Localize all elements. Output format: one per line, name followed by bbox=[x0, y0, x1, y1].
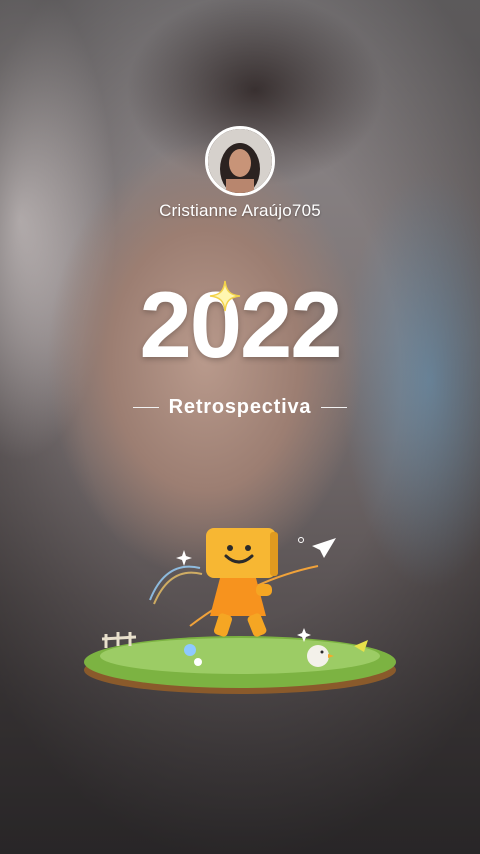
dot-icon bbox=[298, 537, 304, 543]
box-character-icon bbox=[206, 528, 278, 637]
subtitle: Retrospectiva bbox=[168, 396, 312, 418]
divider-left bbox=[132, 407, 159, 408]
bird-icon bbox=[307, 645, 329, 667]
username[interactable]: Cristianne Araújo705 bbox=[0, 201, 480, 221]
flower-icon bbox=[184, 644, 196, 656]
profile-photo-icon bbox=[208, 129, 272, 193]
avatar[interactable] bbox=[205, 126, 275, 196]
star-icon bbox=[176, 550, 192, 566]
subtitle-row: Retrospectiva bbox=[0, 396, 480, 419]
paper-plane-icon bbox=[312, 538, 336, 558]
sparkle-icon bbox=[209, 280, 241, 312]
island-grass-highlight bbox=[100, 638, 380, 674]
divider-right bbox=[321, 407, 348, 408]
story-screen[interactable]: Cristianne Araújo705 2022 Retrospectiva bbox=[0, 0, 480, 854]
fence-icon bbox=[101, 632, 137, 648]
illustration bbox=[84, 528, 396, 694]
